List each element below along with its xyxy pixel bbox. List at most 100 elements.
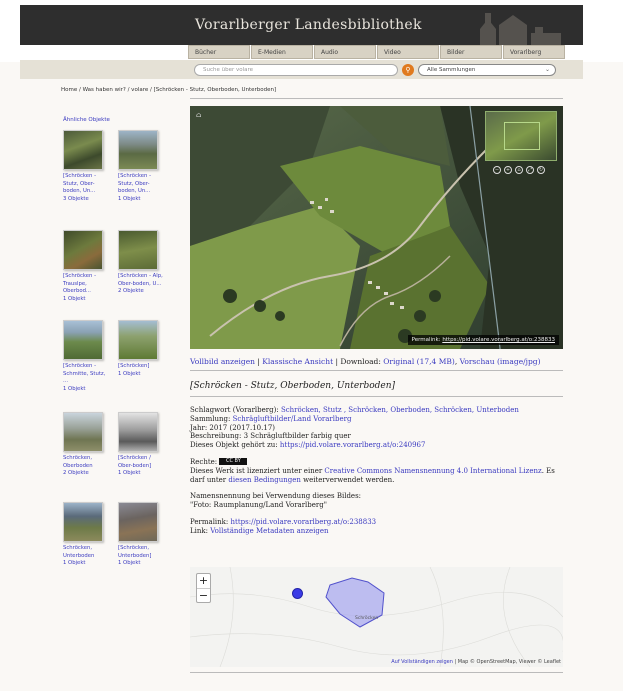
thumbnail-image[interactable] xyxy=(63,130,103,170)
license-link[interactable]: Creative Commons Namensnennung 4.0 Inter… xyxy=(324,467,541,475)
breadcrumb[interactable]: Home / Was haben wir? / volare / [Schröc… xyxy=(61,87,276,93)
collection-label: Sammlung: xyxy=(190,414,233,423)
similar-item-caption[interactable]: Schröcken, Oberboden xyxy=(63,455,111,470)
similar-item[interactable]: [Schröcken - Schmitte, Stutz, ... 1 Obje… xyxy=(63,320,111,393)
thumbnail-image[interactable] xyxy=(63,320,103,360)
similar-item[interactable]: Schröcken, Oberboden 2 Objekte xyxy=(63,412,111,478)
similar-item-count: 3 Objekte xyxy=(63,195,89,202)
similar-item-count: 2 Objekte xyxy=(118,288,144,294)
zoom-out-icon[interactable]: − xyxy=(493,166,501,174)
map-zoom-out-button[interactable]: − xyxy=(197,588,210,602)
map-attribution-link[interactable]: Auf Vollständigen zeigen xyxy=(391,659,453,665)
similar-item-caption[interactable]: [Schröcken - Alp, Ober-boden, U... xyxy=(118,273,166,288)
year-row: Jahr: 2017 (2017.10.17) xyxy=(190,423,275,432)
classic-view-link[interactable]: Klassische Ansicht xyxy=(262,357,333,366)
similar-item-caption[interactable]: Schröcken, Unterboden xyxy=(63,545,111,560)
download-original-link[interactable]: Original (17,4 MB) xyxy=(383,357,455,366)
permalink-overlay-label: Permalink: xyxy=(411,337,441,343)
similar-item-caption[interactable]: [Schröcken - Stutz, Ober-boden, Un... xyxy=(118,173,166,196)
similar-item-caption[interactable]: [Schröcken / Ober-boden] xyxy=(118,455,166,470)
search-icon: ⚲ xyxy=(405,66,411,74)
similar-item-caption[interactable]: [Schröcken - Trauslpe, Oberbod... xyxy=(63,273,111,296)
similar-item[interactable]: [Schröcken] 1 Objekt xyxy=(118,320,166,378)
tab-audio[interactable]: Audio xyxy=(314,45,376,59)
divider xyxy=(190,370,563,371)
search-input[interactable]: Suche über volare xyxy=(194,64,398,76)
license-text-post: weiterverwendet werden. xyxy=(300,475,395,484)
attribution-heading: Namensnennung bei Verwendung dieses Bild… xyxy=(190,492,362,501)
object-title: [Schröcken - Stutz, Oberboden, Unterbode… xyxy=(190,381,396,391)
similar-item[interactable]: [Schröcken, Unterboden] 1 Objekt xyxy=(118,502,166,568)
tab-vorarlberg[interactable]: Vorarlberg xyxy=(503,45,565,59)
similar-item-count: 1 Objekt xyxy=(63,295,86,302)
license-conditions-link[interactable]: diesen Bedingungen xyxy=(228,476,300,484)
similar-item-caption[interactable]: [Schröcken] xyxy=(118,363,166,371)
similar-item[interactable]: [Schröcken - Stutz, Ober-boden, Un... 3 … xyxy=(63,130,111,203)
location-map[interactable]: Schröcken + − Auf Vollständigen zeigen |… xyxy=(190,567,563,667)
permalink-overlay-link[interactable]: https://pid.volare.vorarlberg.at/o:23883… xyxy=(442,337,555,343)
image-viewer[interactable]: ⌂ − + ⌂ ⤢ ↻ Permalink: https://pid.volar… xyxy=(190,106,563,349)
tab-video[interactable]: Video xyxy=(377,45,439,59)
parent-object-row: Dieses Objekt gehört zu: https://pid.vol… xyxy=(190,441,563,450)
collection-row: Sammlung: Schrägluftbilder/Land Vorarlbe… xyxy=(190,415,563,424)
divider xyxy=(190,396,563,397)
tab-buecher[interactable]: Bücher xyxy=(188,45,250,59)
overview-minimap[interactable] xyxy=(485,111,557,161)
similar-item[interactable]: Schröcken, Unterboden 1 Objekt xyxy=(63,502,111,568)
fullscreen-link[interactable]: Vollbild anzeigen xyxy=(190,357,255,366)
similar-item-count: 1 Objekt xyxy=(63,385,86,392)
thumbnail-image[interactable] xyxy=(118,130,158,170)
keyword-links[interactable]: Schröcken, Stutz , Schröcken, Oberboden,… xyxy=(281,406,519,414)
similar-item-caption[interactable]: [Schröcken - Stutz, Ober-boden, Un... xyxy=(63,173,111,196)
parent-object-link[interactable]: https://pid.volare.vorarlberg.at/o:24096… xyxy=(280,441,426,449)
keyword-row: Schlagwort (Vorarlberg): Schröcken, Stut… xyxy=(190,406,563,415)
thumbnail-image[interactable] xyxy=(118,230,158,270)
full-metadata-link[interactable]: Vollständige Metadaten anzeigen xyxy=(210,527,328,535)
similar-item-caption[interactable]: [Schröcken, Unterboden] xyxy=(118,545,166,560)
home-icon[interactable]: ⌂ xyxy=(515,166,523,174)
fullscreen-icon[interactable]: ⤢ xyxy=(526,166,534,174)
thumbnail-image[interactable] xyxy=(63,502,103,542)
thumbnail-image[interactable] xyxy=(118,320,158,360)
similar-item[interactable]: [Schröcken / Ober-boden] 1 Objekt xyxy=(118,412,166,478)
rotate-icon[interactable]: ↻ xyxy=(537,166,545,174)
collection-select[interactable]: Alle Sammlungen ⌄ xyxy=(418,64,556,76)
site-title[interactable]: Vorarlberger Landesbibliothek xyxy=(195,17,422,33)
map-zoom-in-button[interactable]: + xyxy=(197,574,210,588)
permalink-row: Permalink: https://pid.volare.vorarlberg… xyxy=(190,518,563,527)
metadata-link-row: Link: Vollständige Metadaten anzeigen xyxy=(190,527,563,536)
header-banner: Vorarlberger Landesbibliothek xyxy=(20,5,583,45)
divider xyxy=(190,672,563,673)
metadata-block: Schlagwort (Vorarlberg): Schröcken, Stut… xyxy=(190,406,563,536)
search-bar: Suche über volare ⚲ Alle Sammlungen ⌄ xyxy=(20,60,583,79)
thumbnail-image[interactable] xyxy=(118,502,158,542)
similar-item[interactable]: [Schröcken - Alp, Ober-boden, U... 2 Obj… xyxy=(118,230,166,296)
thumbnail-image[interactable] xyxy=(63,230,103,270)
library-building-icon xyxy=(480,13,561,45)
similar-item-count: 1 Objekt xyxy=(118,370,141,377)
tab-bilder[interactable]: Bilder xyxy=(440,45,502,59)
thumbnail-image[interactable] xyxy=(63,412,103,452)
tab-emedien[interactable]: E-Medien xyxy=(251,45,313,59)
similar-item[interactable]: [Schröcken - Stutz, Ober-boden, Un... 1 … xyxy=(118,130,166,203)
attribution-text: "Foto: Raumplanung/Land Vorarlberg" xyxy=(190,501,327,510)
permalink-overlay: Permalink: https://pid.volare.vorarlberg… xyxy=(407,335,559,345)
site-header: Vorarlberger Landesbibliothek Bücher E-M… xyxy=(0,0,623,62)
divider xyxy=(190,98,563,99)
search-button[interactable]: ⚲ xyxy=(402,64,414,76)
permalink-link[interactable]: https://pid.volare.vorarlberg.at/o:23883… xyxy=(231,518,377,526)
overview-viewport-box xyxy=(504,122,540,150)
similar-objects-title[interactable]: Ähnliche Objekte xyxy=(63,117,110,123)
zoom-in-icon[interactable]: + xyxy=(504,166,512,174)
cc-license-badge[interactable]: CC BY xyxy=(219,458,248,466)
collection-link[interactable]: Schrägluftbilder/Land Vorarlberg xyxy=(233,415,352,423)
similar-item[interactable]: [Schröcken - Trauslpe, Oberbod... 1 Obje… xyxy=(63,230,111,303)
map-attribution: Auf Vollständigen zeigen | Map © OpenStr… xyxy=(391,659,561,665)
thumbnail-image[interactable] xyxy=(118,412,158,452)
similar-item-caption[interactable]: [Schröcken - Schmitte, Stutz, ... xyxy=(63,363,111,386)
map-location-marker[interactable] xyxy=(292,588,303,599)
download-preview-link[interactable]: Vorschau (image/jpg) xyxy=(460,357,541,366)
permalink-label: Permalink: xyxy=(190,517,231,526)
viewer-logo-icon: ⌂ xyxy=(196,111,202,119)
license-text-pre: Dieses Werk ist lizenziert unter einer xyxy=(190,466,325,475)
